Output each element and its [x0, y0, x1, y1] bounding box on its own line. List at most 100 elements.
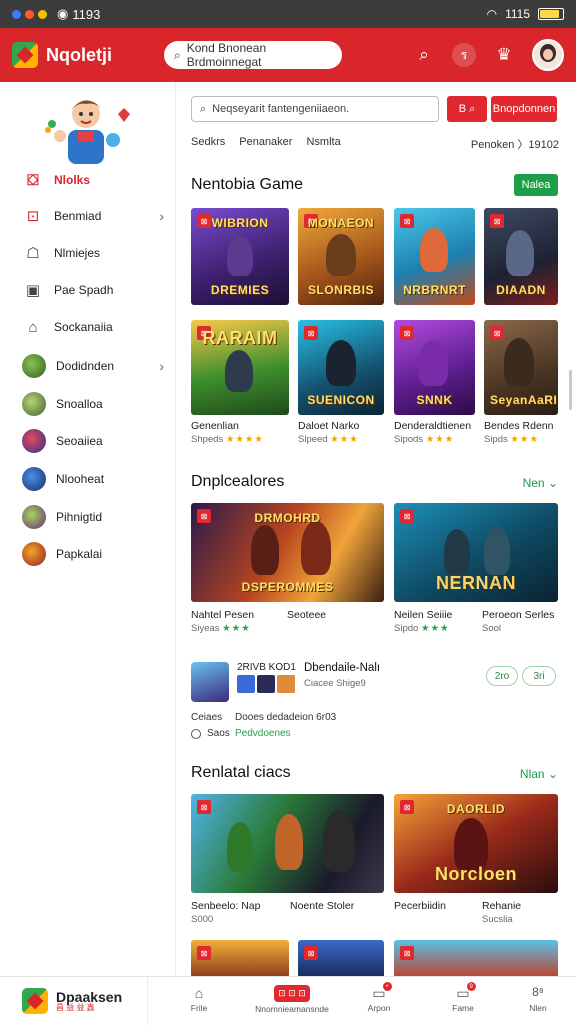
promo-badge-text: 2RIVB KOD1: [237, 662, 296, 673]
status-time: 1193: [72, 6, 101, 22]
nav-label: Nlen: [529, 1003, 547, 1013]
section-more-link[interactable]: Nlan ⌄: [520, 767, 558, 781]
tile-title: NERNAN: [435, 573, 516, 593]
tile-caption-extra: Rehanie: [482, 900, 522, 912]
game-tile[interactable]: ⊠ SNNK: [394, 320, 475, 415]
game-tile[interactable]: ⊠ SUENICON: [298, 320, 384, 415]
bottom-brand[interactable]: Dpaaksen 昌 益 益 鑫: [0, 976, 148, 1025]
nav-notifications[interactable]: ▭ 9 Fame: [428, 982, 498, 1021]
tile-caption: Denderaldtienen: [394, 420, 472, 432]
game-avatar-1: [22, 354, 46, 378]
sidebar-item-games[interactable]: ☖ Nlmiejes: [22, 239, 164, 267]
sidebar-item-game-1[interactable]: Dodidnden ›: [22, 352, 164, 380]
sidebar-item-game-5[interactable]: Pihnigtid: [22, 503, 164, 531]
game-tile[interactable]: ⊠ DIAADN: [484, 208, 558, 305]
promo-pill-2[interactable]: 3ri: [522, 666, 556, 686]
game-tile-wide[interactable]: ⊠ DRMOHRD DSPEROMMES: [191, 503, 384, 602]
search-icon: ⌕: [200, 102, 207, 115]
nav-home[interactable]: ⌂ Frile: [164, 985, 234, 1021]
tile-meta: S000: [191, 914, 214, 925]
gamepad-icon: ☖: [26, 245, 40, 262]
promo-row[interactable]: 2RIVB KOD1 Dbendaile-Nalı Ciacee Shige9 …: [191, 660, 559, 740]
status-dots: [12, 9, 47, 19]
game-tile[interactable]: ⊠ NRBRNRT: [394, 208, 475, 305]
sidebar-item-label: Pihnigtid: [56, 510, 103, 524]
sidebar-item-download[interactable]: ⊡ Benmiad ›: [22, 202, 164, 230]
nav-label: Nnomnieamansnde: [255, 1004, 329, 1014]
promo-thumb: [257, 675, 275, 693]
game-avatar-2: [22, 392, 46, 416]
filter-tab-1[interactable]: Sedkrs: [191, 136, 225, 152]
home-icon: ⛋: [27, 171, 39, 189]
search-icon[interactable]: ⌕: [412, 43, 436, 67]
sidebar-item-home[interactable]: ⛋ Nlolks: [22, 166, 164, 194]
top-search-input[interactable]: ⌕ Kond Bnonean Brdmoinnegat: [164, 41, 342, 69]
search-button[interactable]: B ⌕: [447, 96, 487, 122]
game-avatar-3: [22, 429, 46, 453]
tile-caption: Senbeelo: Nap: [191, 900, 261, 912]
main-search-input[interactable]: ⌕ Neqseyarit fantengeniiaeon.: [191, 96, 439, 122]
game-tile-wide[interactable]: ⊠: [394, 940, 558, 978]
game-tile[interactable]: ⊠ WIBRION DREMIES: [191, 208, 289, 305]
refresh-icon[interactable]: ร: [452, 43, 476, 67]
game-tile-wide[interactable]: ⊠ NERNAN: [394, 503, 558, 602]
sort-dropdown[interactable]: Penoken 〉19102: [471, 136, 559, 152]
search-button-label: B: [458, 103, 467, 115]
tile-title: NRBRNRT: [403, 283, 466, 297]
promo-title: Dbendaile-Nalı: [304, 662, 381, 674]
game-avatar-4: [22, 467, 46, 491]
game-tile[interactable]: ⊠: [191, 940, 289, 978]
tile-badge-icon: ⊠: [400, 509, 414, 523]
app-logo-icon: [22, 987, 48, 1014]
home-icon: ⌂: [194, 985, 204, 1001]
notification-dot: •: [382, 982, 392, 991]
radio-icon[interactable]: [191, 729, 201, 739]
section-more-link[interactable]: Nen ⌄: [523, 476, 558, 490]
nav-menu[interactable]: 8⁸ Nlen: [503, 985, 573, 1021]
tile-badge-icon: ⊠: [400, 214, 414, 228]
bottom-bar: Dpaaksen 昌 益 益 鑫 ⌂ Frile ⊡ ⊡ ⊡ Nnomnieam…: [0, 976, 576, 1025]
game-tile[interactable]: ⊠ SeyanAaRI: [484, 320, 558, 415]
sidebar-item-game-6[interactable]: Papkalai: [22, 540, 164, 568]
game-tile-wide[interactable]: ⊠ DAORLID Norcloen: [394, 794, 558, 893]
sidebar-item-label: Dodidnden: [56, 359, 115, 373]
app-brand: Nqoletji: [46, 44, 112, 65]
sidebar-item-label: Sockanaiia: [54, 320, 113, 334]
download-icon: ⊡: [26, 208, 40, 225]
filter-tab-2[interactable]: Penanaker: [239, 136, 292, 152]
tile-meta: Sipds ★★★: [484, 434, 539, 445]
tile-meta: Sipods ★★★: [394, 434, 455, 445]
game-tile[interactable]: ⊠: [298, 940, 384, 978]
tile-badge-icon: ⊠: [490, 326, 504, 340]
sidebar-item-game-4[interactable]: Nlooheat: [22, 465, 164, 493]
tile-meta-extra: Sool: [482, 623, 502, 634]
promo-pill-1[interactable]: 2ro: [486, 666, 518, 686]
tile-meta: Shpeds ★★★★: [191, 434, 264, 445]
tile-title-top: WIBRION: [211, 216, 269, 230]
sidebar-item-screen[interactable]: ▣ Pae Spadh: [22, 276, 164, 304]
promo-button[interactable]: Bnopdonnen: [491, 96, 557, 122]
clipboard-icon: ▭ •: [372, 982, 392, 1003]
main-content: ⌕ Neqseyarit fantengeniiaeon. B ⌕ Bnopdo…: [176, 82, 576, 978]
sidebar-item-label: Papkalai: [56, 547, 103, 561]
app-logo-icon[interactable]: [12, 42, 38, 68]
tile-caption: Nahtel Pesen: [191, 609, 255, 621]
tile-badge-icon: ⊠: [304, 326, 318, 340]
trophy-icon[interactable]: ♛: [492, 43, 516, 67]
nav-apps[interactable]: ▭ • Arpon: [344, 982, 414, 1021]
tile-title: Norcloen: [434, 864, 517, 884]
sidebar-item-game-2[interactable]: Snoalloa: [22, 390, 164, 418]
sidebar-item-label: Benmiad: [54, 209, 102, 223]
promo-line1-a: Ceiaes: [191, 712, 223, 723]
filter-tab-3[interactable]: Nsmlta: [306, 136, 340, 152]
sidebar-item-game-3[interactable]: Seoaiiea: [22, 427, 164, 455]
tile-meta: Siyeas ★★★: [191, 623, 251, 634]
game-tile[interactable]: ⊠ RARAIM: [191, 320, 289, 415]
game-tile-wide[interactable]: ⊠: [191, 794, 384, 893]
featured-action-button[interactable]: Nalea: [514, 174, 558, 196]
game-tile[interactable]: ⊠ MONAEON SLONRBIS: [298, 208, 384, 305]
nav-games[interactable]: ⊡ ⊡ ⊡ Nnomnieamansnde: [252, 985, 332, 1021]
scrollbar[interactable]: [569, 370, 572, 410]
sidebar-item-house[interactable]: ⌂ Sockanaiia: [22, 313, 164, 341]
profile-avatar[interactable]: [532, 39, 564, 71]
